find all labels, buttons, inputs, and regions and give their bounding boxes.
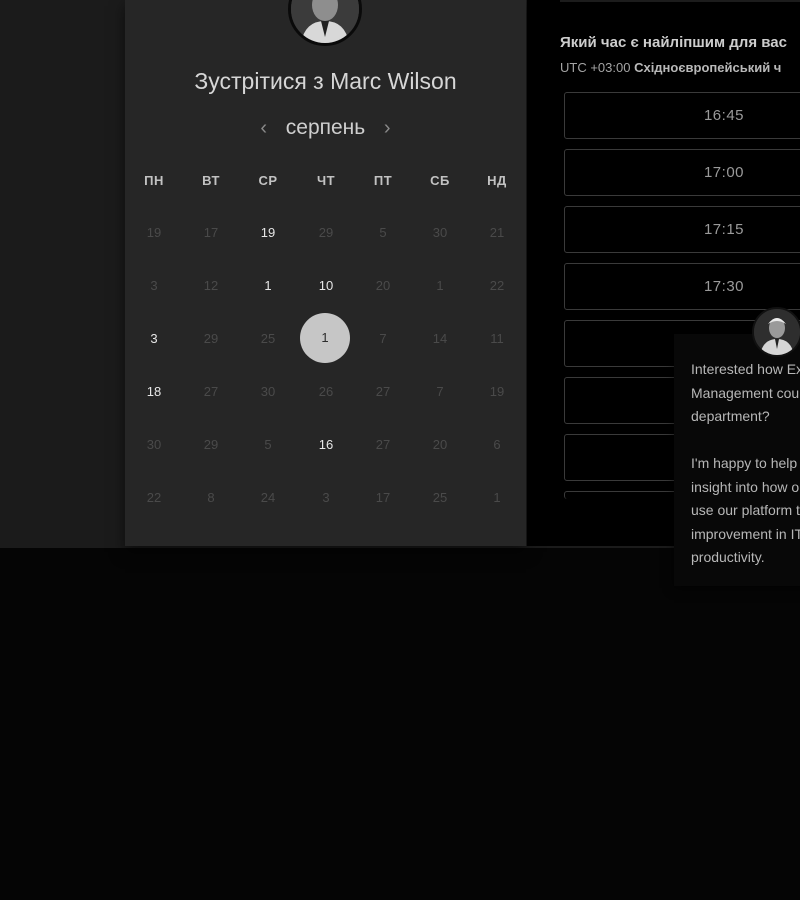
calendar-day: 20: [375, 278, 391, 293]
chat-line: Interested how Ex: [691, 361, 800, 377]
chat-line: I'm happy to help: [691, 455, 798, 471]
calendar-day: 22: [146, 490, 162, 505]
time-slot-label: 16:45: [703, 107, 745, 124]
calendar-day[interactable]: 1: [245, 263, 291, 309]
calendar-day: 19: [489, 384, 505, 399]
weekday-label: НД: [487, 173, 507, 188]
calendar-day: 27: [375, 437, 391, 452]
calendar-day: 25: [260, 331, 276, 346]
time-slot-button[interactable]: 16:45: [564, 92, 800, 139]
month-navigation: ‹ серпень ›: [125, 114, 526, 142]
calendar-day: 1: [493, 490, 501, 505]
calendar-day: 7: [379, 331, 387, 346]
calendar-day: 27: [375, 384, 391, 399]
chat-line: [691, 429, 800, 453]
weekday-label: СР: [258, 173, 278, 188]
calendar-day[interactable]: 10: [303, 263, 349, 309]
time-slot-label: 17:30: [703, 278, 745, 295]
calendar-day[interactable]: 3: [131, 316, 177, 362]
calendar-day: 3: [322, 490, 330, 505]
calendar-day: 22: [489, 278, 505, 293]
calendar-day: 17: [375, 490, 391, 505]
chevron-left-icon[interactable]: ‹: [258, 117, 270, 140]
calendar-day: 30: [260, 384, 276, 399]
calendar-day: 20: [432, 437, 448, 452]
weekday-label: ПН: [144, 173, 164, 188]
timezone-offset: UTC +03:00: [560, 60, 631, 75]
chat-line: insight into how o: [691, 478, 800, 495]
timezone-name: Східноєвропейський ч: [634, 60, 782, 75]
calendar-day: 30: [432, 225, 448, 240]
weekday-label: ПТ: [373, 173, 393, 188]
calendar-day[interactable]: 16: [303, 422, 349, 468]
calendar-day: 14: [432, 331, 448, 346]
month-label: серпень: [285, 116, 366, 139]
chat-message: Interested how Ex Management cou departmen…: [691, 358, 800, 570]
calendar-day: 17: [203, 225, 219, 240]
calendar-day: 29: [203, 331, 219, 346]
weekday-label: ВТ: [202, 173, 220, 188]
calendar-day: 24: [260, 490, 276, 505]
calendar-day: 19: [146, 225, 162, 240]
chat-line: Management cou: [691, 384, 800, 401]
time-slot-button[interactable]: 17:30: [564, 263, 800, 310]
calendar-day: 29: [318, 225, 334, 240]
calendar-day: 5: [264, 437, 272, 452]
calendar-day: 8: [207, 490, 215, 505]
calendar-day: 3: [150, 278, 158, 293]
calendar-day[interactable]: 19: [245, 210, 291, 256]
calendar-day: 12: [203, 278, 219, 293]
calendar-day: 27: [203, 384, 219, 399]
calendar-day[interactable]: 18: [131, 369, 177, 415]
calendar-day: 25: [432, 490, 448, 505]
calendar-day: 30: [146, 437, 162, 452]
weekday-label: СБ: [430, 173, 450, 188]
calendar-day: 26: [318, 384, 334, 399]
calendar-day: 6: [493, 437, 501, 452]
chat-line: productivity.: [691, 549, 765, 565]
divider: [560, 0, 800, 2]
calendar-day: 7: [436, 384, 444, 399]
weekday-label: ЧТ: [316, 173, 336, 188]
calendar-day: 21: [489, 225, 505, 240]
time-slot-label: 17:15: [703, 221, 745, 238]
chat-avatar[interactable]: [752, 307, 800, 357]
chat-line: use our platform t: [691, 502, 800, 518]
time-slot-button[interactable]: 17:00: [564, 149, 800, 196]
time-slot-button[interactable]: 17:15: [564, 206, 800, 253]
selected-day[interactable]: 1: [300, 313, 350, 363]
calendar-day: 29: [203, 437, 219, 452]
calendar-day: 11: [490, 331, 504, 346]
calendar-day: 1: [436, 278, 444, 293]
chevron-right-icon[interactable]: ›: [381, 117, 393, 140]
timezone-label[interactable]: UTC +03:00 Східноєвропейський ч: [560, 60, 800, 75]
scheduler-title: Зустрітися з Marc Wilson: [194, 68, 457, 94]
calendar-day: 5: [379, 225, 387, 240]
chat-line: improvement in IT: [691, 525, 800, 542]
time-heading: Який час є найліпшим для вас: [560, 34, 787, 51]
chat-line: department?: [691, 408, 770, 424]
time-slot-label: 17:00: [703, 164, 745, 181]
